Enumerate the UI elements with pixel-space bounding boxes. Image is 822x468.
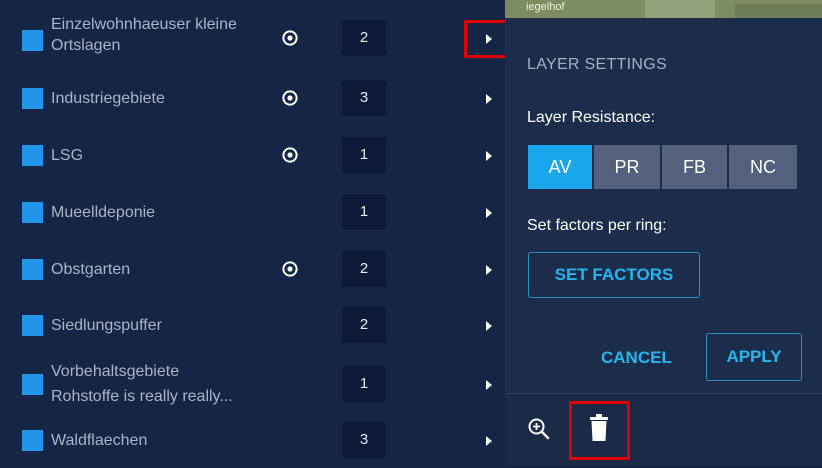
resistance-option-pr[interactable]: PR	[594, 145, 660, 189]
resistance-option-nc[interactable]: NC	[729, 145, 797, 189]
layer-name-line2: Ortslagen	[51, 37, 121, 54]
layer-color-swatch	[22, 374, 43, 395]
layer-name: LSG	[51, 147, 84, 164]
layer-name: Mueelldeponie	[51, 204, 156, 221]
layer-color-swatch	[22, 88, 43, 109]
factors-label: Set factors per ring:	[527, 217, 667, 234]
layer-color-swatch	[22, 315, 43, 336]
layer-name: Industriegebiete	[51, 90, 165, 107]
expand-arrow-icon[interactable]	[484, 263, 494, 275]
layer-count-badge: 1	[342, 366, 386, 402]
visibility-icon[interactable]	[282, 261, 298, 277]
apply-button[interactable]: APPLY	[706, 333, 802, 381]
highlight-marker	[569, 401, 630, 460]
layer-settings-panel: LAYER SETTINGS Layer Resistance: AV PR F…	[505, 18, 822, 393]
layer-count-badge: 2	[342, 20, 386, 56]
layer-count-badge: 2	[342, 251, 386, 287]
layer-name-line2: Rohstoffe is really really...	[51, 388, 233, 405]
layer-count-badge: 3	[342, 80, 386, 116]
layer-list: Einzelwohnhaeuser kleine Ortslagen 2 Ind…	[0, 0, 505, 465]
expand-arrow-icon[interactable]	[484, 378, 494, 390]
layer-name: Vorbehaltsgebiete	[51, 363, 180, 380]
layer-name: Siedlungspuffer	[51, 317, 162, 334]
visibility-icon[interactable]	[282, 30, 298, 46]
layer-count-badge: 1	[342, 137, 386, 173]
expand-arrow-icon[interactable]	[484, 149, 494, 161]
layer-color-swatch	[22, 259, 43, 280]
map-field-patch	[735, 4, 822, 18]
layer-name: Waldflaechen	[51, 432, 148, 449]
layer-name: Obstgarten	[51, 261, 131, 278]
highlight-marker	[464, 20, 511, 58]
expand-arrow-icon[interactable]	[484, 434, 494, 446]
expand-arrow-icon[interactable]	[484, 206, 494, 218]
layer-color-swatch	[22, 30, 43, 51]
layer-row[interactable]: Mueelldeponie 1	[0, 184, 505, 240]
layer-row[interactable]: Obstgarten 2	[0, 241, 505, 297]
bottom-toolbar	[505, 393, 822, 466]
set-factors-button[interactable]: SET FACTORS	[528, 252, 700, 298]
layer-row[interactable]: Vorbehaltsgebiete Rohstoffe is really re…	[0, 356, 505, 412]
layer-count-badge: 3	[342, 422, 386, 458]
layer-row[interactable]: Waldflaechen 3	[0, 412, 505, 468]
layer-row[interactable]: Siedlungspuffer 2	[0, 297, 505, 353]
layer-row[interactable]: LSG 1	[0, 127, 505, 183]
resistance-option-av[interactable]: AV	[528, 145, 592, 189]
resistance-label: Layer Resistance:	[527, 109, 656, 126]
layer-color-swatch	[22, 430, 43, 451]
map-background: iegelhof	[505, 0, 822, 18]
layer-row[interactable]: Einzelwohnhaeuser kleine Ortslagen 2	[0, 10, 505, 66]
layer-name: Einzelwohnhaeuser kleine	[51, 16, 237, 33]
layer-color-swatch	[22, 202, 43, 223]
panel-title: LAYER SETTINGS	[527, 56, 667, 73]
layer-count-badge: 1	[342, 194, 386, 230]
expand-arrow-icon[interactable]	[484, 92, 494, 104]
layer-row[interactable]: Industriegebiete 3	[0, 70, 505, 126]
map-place-label: iegelhof	[526, 1, 565, 13]
cancel-button[interactable]: CANCEL	[601, 348, 672, 368]
resistance-option-fb[interactable]: FB	[662, 145, 727, 189]
layer-color-swatch	[22, 145, 43, 166]
map-field-patch	[645, 0, 715, 18]
expand-arrow-icon[interactable]	[484, 319, 494, 331]
visibility-icon[interactable]	[282, 90, 298, 106]
zoom-in-icon[interactable]	[527, 417, 551, 446]
visibility-icon[interactable]	[282, 147, 298, 163]
layer-count-badge: 2	[342, 307, 386, 343]
